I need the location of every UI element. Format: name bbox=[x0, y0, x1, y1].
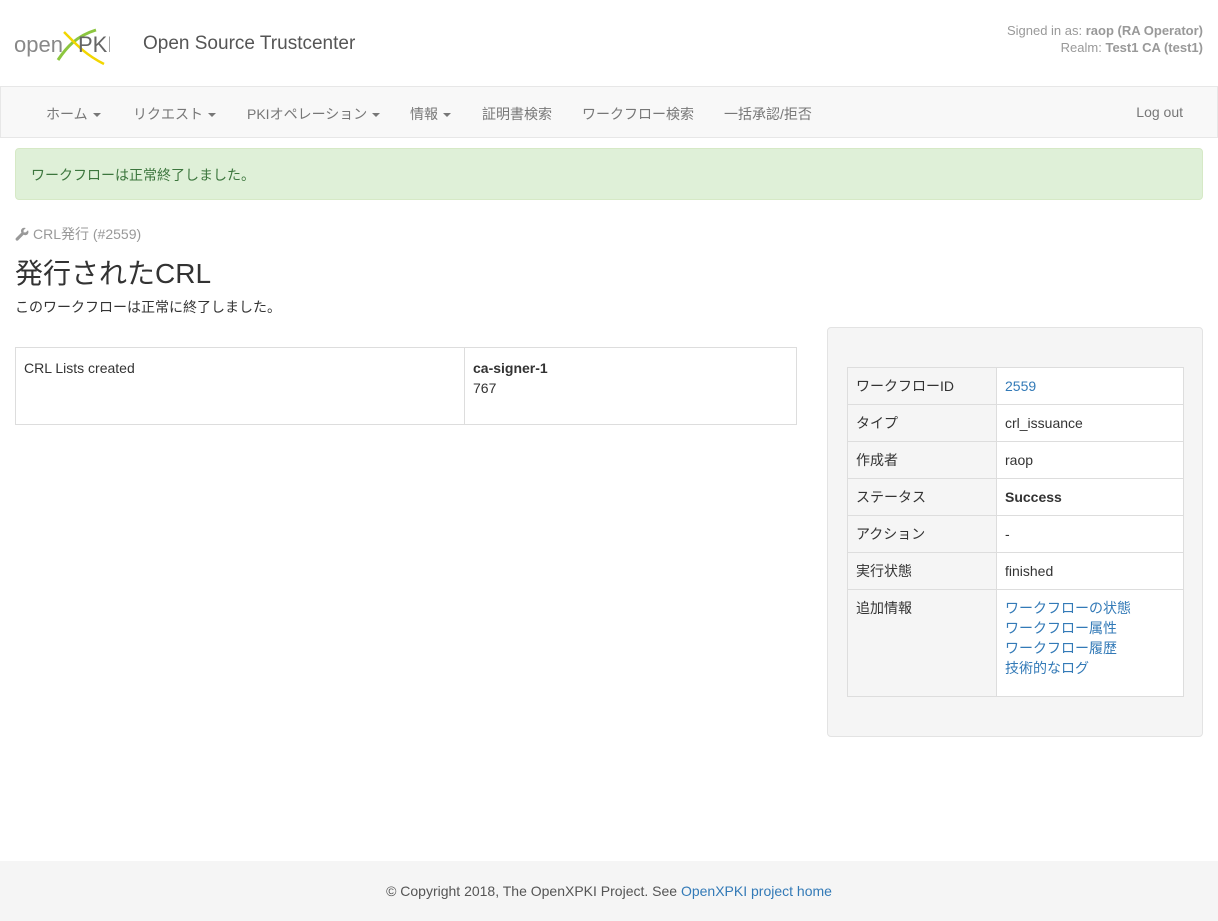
workflow-attributes-link[interactable]: ワークフロー属性 bbox=[1005, 618, 1175, 638]
logo-text-pki: PKI bbox=[78, 32, 110, 57]
success-alert: ワークフローは正常終了しました。 bbox=[15, 148, 1203, 200]
header: open PKI Open Source Trustcenter Signed … bbox=[0, 0, 1218, 86]
table-row: 追加情報 ワークフローの状態 ワークフロー属性 ワークフロー履歴 技術的なログ bbox=[847, 589, 1184, 697]
signed-in-label: Signed in as: bbox=[1006, 23, 1083, 38]
copyright-text: © Copyright 2018, The OpenXPKI Project. … bbox=[386, 883, 681, 899]
workflow-id-cell: 2559 bbox=[996, 367, 1184, 405]
crl-result-table: CRL Lists created ca-signer-1 767 bbox=[15, 347, 797, 425]
workflow-info-table: ワークフローID 2559 タイプ crl_issuance 作成者 raop … bbox=[847, 367, 1184, 697]
realm-label: Realm: bbox=[1060, 40, 1102, 55]
crl-value-cell: ca-signer-1 767 bbox=[464, 347, 797, 425]
caret-down-icon bbox=[208, 113, 216, 118]
user-info: Signed in as: raop (RA Operator) Realm: … bbox=[1007, 22, 1203, 56]
caret-down-icon bbox=[92, 113, 101, 118]
extra-info-key: 追加情報 bbox=[847, 589, 997, 697]
type-key: タイプ bbox=[847, 404, 997, 442]
footer: © Copyright 2018, The OpenXPKI Project. … bbox=[0, 861, 1218, 921]
workflow-state-link[interactable]: ワークフローの状態 bbox=[1005, 598, 1175, 618]
creator-key: 作成者 bbox=[847, 441, 997, 479]
signed-in-user: raop (RA Operator) bbox=[1085, 23, 1203, 38]
nav-home-label: ホーム bbox=[46, 106, 88, 122]
nav-info[interactable]: 情報 bbox=[410, 104, 451, 124]
caret-down-icon bbox=[443, 113, 451, 118]
openxpki-logo-icon: open PKI bbox=[14, 28, 113, 66]
action-value: - bbox=[996, 515, 1184, 553]
table-row: アクション - bbox=[847, 515, 1184, 553]
table-row: 作成者 raop bbox=[847, 441, 1184, 479]
nav-request-label: リクエスト bbox=[133, 106, 203, 122]
nav-bulk-approve[interactable]: 一括承認/拒否 bbox=[724, 104, 812, 124]
workflow-history-link[interactable]: ワークフロー履歴 bbox=[1005, 638, 1175, 658]
realm-value: Test1 CA (test1) bbox=[1105, 40, 1203, 55]
table-row: ワークフローID 2559 bbox=[847, 367, 1184, 405]
nav-home[interactable]: ホーム bbox=[46, 104, 101, 124]
nav-pki-operations[interactable]: PKIオペレーション bbox=[247, 104, 381, 124]
nav-pki-operations-label: PKIオペレーション bbox=[247, 106, 368, 122]
page-description: このワークフローは正常に終了しました。 bbox=[15, 299, 281, 315]
openxpki-logo[interactable]: open PKI bbox=[14, 24, 113, 68]
nav-cert-search[interactable]: 証明書検索 bbox=[482, 104, 552, 124]
page-title: 発行されたCRL bbox=[15, 258, 212, 289]
table-row: ステータス Success bbox=[847, 478, 1184, 516]
technical-log-link[interactable]: 技術的なログ bbox=[1005, 658, 1175, 678]
nav-workflow-search[interactable]: ワークフロー検索 bbox=[582, 104, 694, 124]
nav-info-label: 情報 bbox=[410, 106, 438, 122]
site-title: Open Source Trustcenter bbox=[143, 33, 356, 54]
workflow-info-panel: ワークフローID 2559 タイプ crl_issuance 作成者 raop … bbox=[827, 327, 1203, 737]
table-row: 実行状態 finished bbox=[847, 552, 1184, 590]
workflow-id-key: ワークフローID bbox=[847, 367, 997, 405]
crl-label-cell: CRL Lists created bbox=[15, 347, 465, 425]
crl-count: 767 bbox=[473, 380, 497, 396]
project-home-link[interactable]: OpenXPKI project home bbox=[681, 883, 832, 899]
breadcrumb: CRL発行 (#2559) bbox=[15, 224, 141, 244]
status-key: ステータス bbox=[847, 478, 997, 516]
crl-signer: ca-signer-1 bbox=[473, 360, 548, 376]
logout-link[interactable]: Log out bbox=[1136, 104, 1183, 120]
creator-value: raop bbox=[996, 441, 1184, 479]
main-navbar: ホーム リクエスト PKIオペレーション 情報 証明書検索 ワークフロー検索 一… bbox=[0, 86, 1218, 138]
nav-request[interactable]: リクエスト bbox=[133, 104, 216, 124]
proc-state-value: finished bbox=[996, 552, 1184, 590]
table-row: CRL Lists created ca-signer-1 767 bbox=[15, 347, 797, 425]
caret-down-icon bbox=[372, 113, 381, 118]
proc-state-key: 実行状態 bbox=[847, 552, 997, 590]
extra-info-links: ワークフローの状態 ワークフロー属性 ワークフロー履歴 技術的なログ bbox=[996, 589, 1184, 697]
workflow-id-link[interactable]: 2559 bbox=[1005, 376, 1175, 396]
status-value: Success bbox=[996, 478, 1184, 516]
logo-text-open: open bbox=[14, 32, 63, 57]
type-value: crl_issuance bbox=[996, 404, 1184, 442]
table-row: タイプ crl_issuance bbox=[847, 404, 1184, 442]
wrench-icon bbox=[15, 227, 29, 241]
action-key: アクション bbox=[847, 515, 997, 553]
breadcrumb-text: CRL発行 (#2559) bbox=[33, 226, 142, 242]
